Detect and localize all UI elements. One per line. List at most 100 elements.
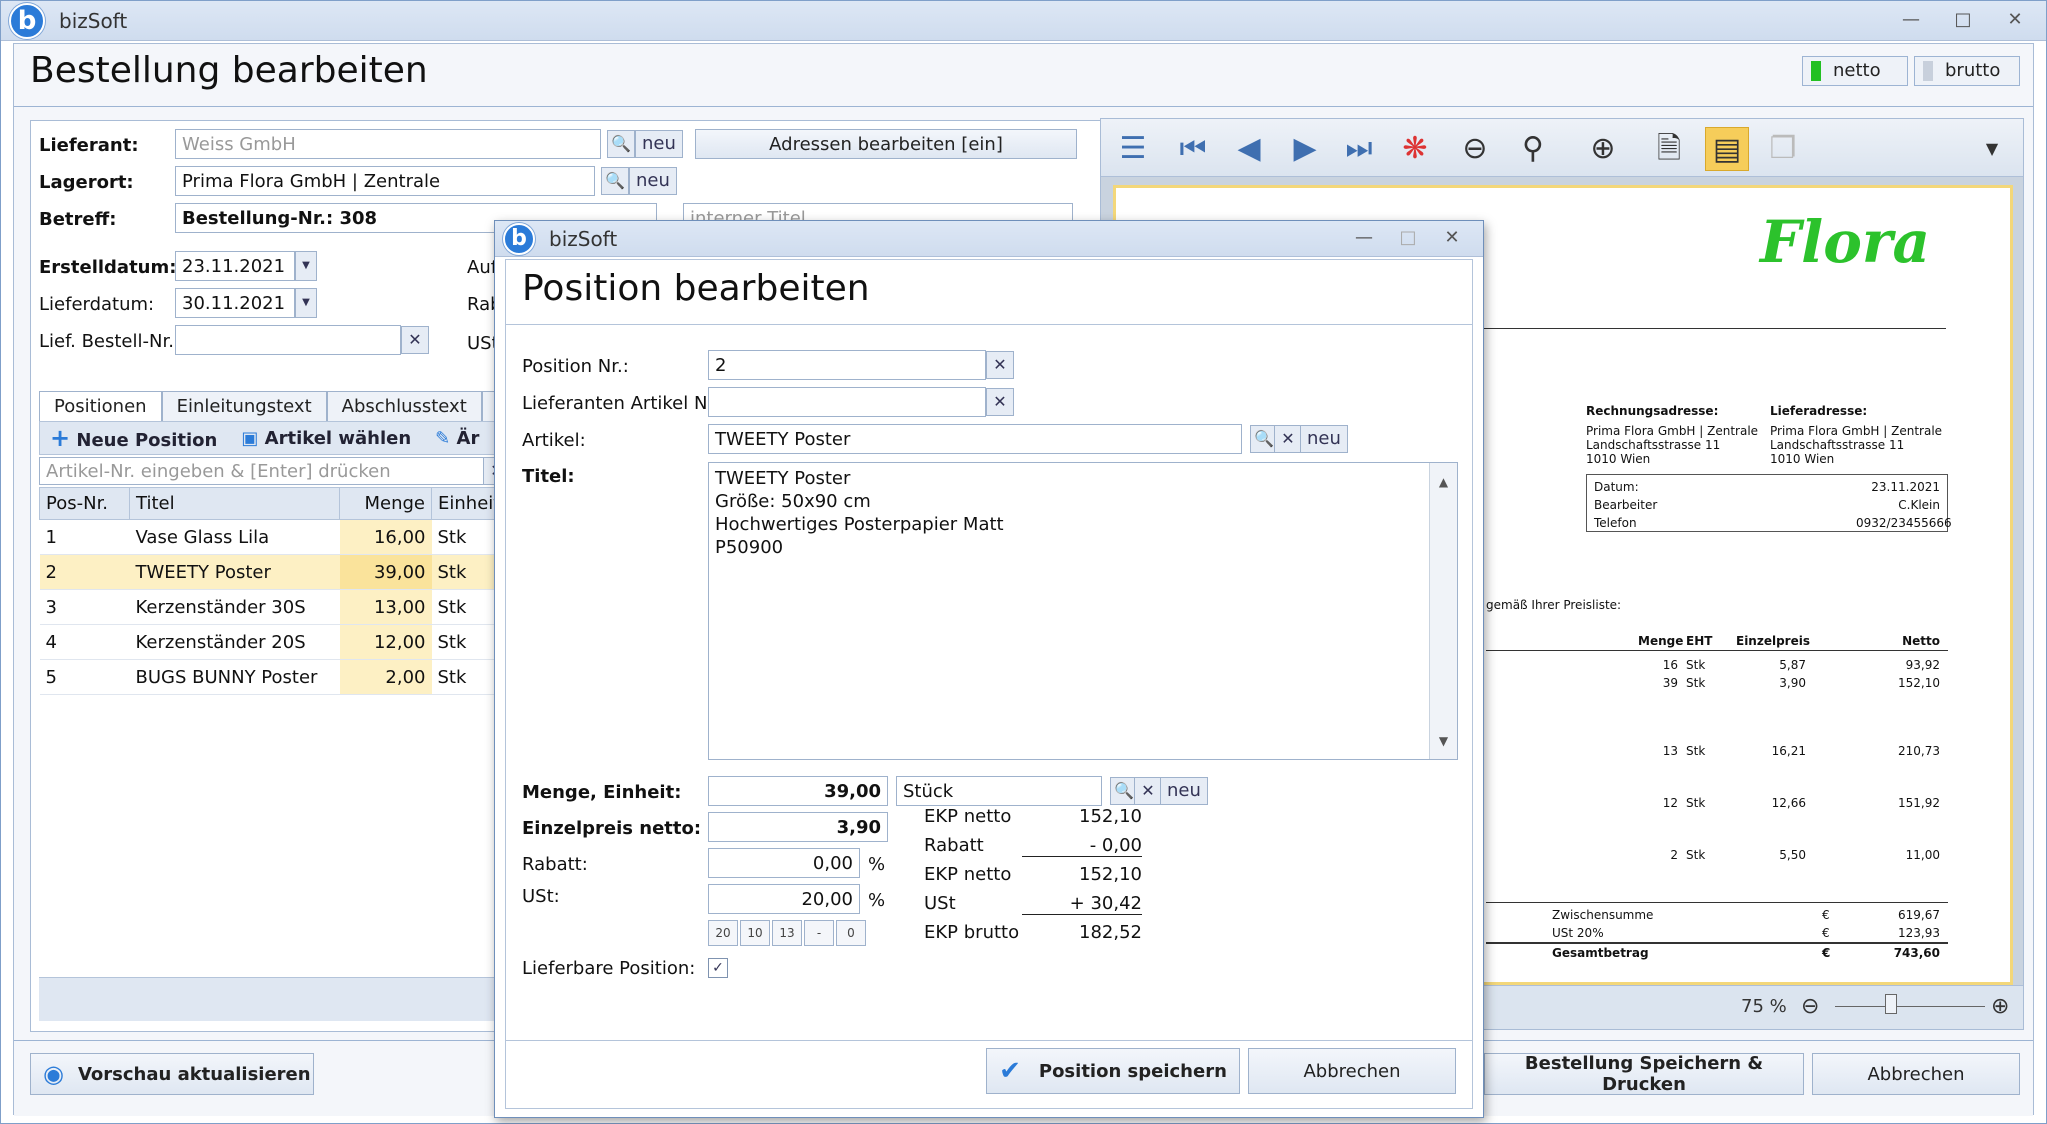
- app-name: bizSoft: [59, 8, 128, 33]
- titel-textarea[interactable]: TWEETY Poster Größe: 50x90 cm Hochwertig…: [708, 462, 1458, 760]
- ust-quick-10[interactable]: 10: [740, 920, 770, 946]
- telefon-value: 0932/23455666: [1856, 516, 1952, 530]
- scroll-down-icon[interactable]: ▼: [1430, 730, 1457, 753]
- lieferbar-label: Lieferbare Position:: [522, 958, 696, 979]
- ust-quick-13[interactable]: 13: [772, 920, 802, 946]
- rabatt-label-dialog: Rabatt:: [522, 854, 588, 875]
- lief-bestell-field[interactable]: [175, 325, 401, 355]
- lief-artikel-clear-icon[interactable]: ✕: [986, 388, 1014, 416]
- ust-field[interactable]: 20,00: [708, 884, 860, 914]
- zoom-in-icon[interactable]: ⊕: [1581, 127, 1625, 171]
- scroll-up-icon[interactable]: ▲: [1430, 471, 1457, 494]
- rabatt-field[interactable]: 0,00: [708, 848, 860, 878]
- bizsoft-logo-icon: b: [9, 2, 45, 39]
- lagerort-neu-button[interactable]: neu: [629, 167, 677, 195]
- first-page-icon[interactable]: ⏮: [1171, 127, 1215, 171]
- zoom-plus-icon[interactable]: ⊕: [1991, 994, 2009, 1019]
- zoom-icon[interactable]: ⚲: [1511, 127, 1555, 171]
- einheit-neu-button[interactable]: neu: [1160, 777, 1208, 805]
- maximize-icon[interactable]: □: [1952, 9, 1974, 30]
- zoom-minus-icon[interactable]: ⊖: [1801, 994, 1819, 1019]
- navigation-compass-icon[interactable]: ❋: [1393, 127, 1437, 171]
- speichern-drucken-button[interactable]: Bestellung Speichern & Drucken: [1484, 1053, 1804, 1095]
- erstelldatum-field[interactable]: 23.11.2021: [175, 251, 295, 281]
- cell-titel: Kerzenständer 20S: [129, 624, 340, 660]
- cell-titel: BUGS BUNNY Poster: [129, 659, 340, 695]
- ust-quick-20[interactable]: 20: [708, 920, 738, 946]
- zoom-slider-thumb[interactable]: [1885, 994, 1897, 1014]
- datum-label: Datum:: [1594, 480, 1639, 494]
- aendern-button[interactable]: ✎ Är: [435, 428, 479, 449]
- tab-positionen[interactable]: Positionen: [39, 391, 162, 421]
- dialog-close-icon[interactable]: ✕: [1441, 227, 1463, 248]
- lief-bestell-clear-icon[interactable]: ✕: [401, 326, 429, 354]
- col-titel[interactable]: Titel: [129, 487, 340, 520]
- zoom-slider-track[interactable]: [1835, 1006, 1985, 1007]
- netto-toggle[interactable]: netto: [1802, 56, 1908, 86]
- lieferant-field[interactable]: Weiss GmbH: [175, 129, 601, 159]
- main-abbrechen-button[interactable]: Abbrechen: [1812, 1053, 2020, 1095]
- cell-pos: 5: [39, 659, 130, 695]
- artikel-waehlen-button[interactable]: ▣ Artikel wählen: [241, 428, 411, 449]
- lieferant-neu-button[interactable]: neu: [635, 130, 683, 158]
- lieferdatum-dropdown-icon[interactable]: ▼: [295, 288, 317, 318]
- table-header-line: [1486, 650, 1948, 651]
- titel-scrollbar[interactable]: ▲ ▼: [1429, 463, 1457, 759]
- einzelpreis-field[interactable]: 3,90: [708, 812, 888, 842]
- col-menge[interactable]: Menge: [339, 487, 432, 520]
- artikel-neu-button[interactable]: neu: [1300, 425, 1348, 453]
- pr-netto: 151,92: [1898, 796, 1940, 810]
- einheit-field[interactable]: Stück: [896, 776, 1102, 806]
- menge-field[interactable]: 39,00: [708, 776, 888, 806]
- erstelldatum-dropdown-icon[interactable]: ▼: [295, 251, 317, 281]
- select-tool-icon[interactable]: ☰: [1111, 127, 1155, 171]
- lieferant-search-icon[interactable]: 🔍: [607, 130, 635, 158]
- col-pos-nr[interactable]: Pos-Nr.: [39, 487, 130, 520]
- artikel-search-input[interactable]: Artikel-Nr. eingeben & [Enter] drücken: [39, 457, 487, 485]
- multi-page-icon[interactable]: ❐: [1761, 127, 1805, 171]
- table-row[interactable]: 3 Kerzenständer 30S 13,00 Stk: [39, 589, 509, 625]
- gesamt-line: [1486, 942, 1948, 944]
- lieferbar-checkbox[interactable]: ✓: [708, 958, 728, 978]
- artikel-field[interactable]: TWEETY Poster: [708, 424, 1242, 454]
- zoom-out-icon[interactable]: ⊖: [1453, 127, 1497, 171]
- lagerort-field[interactable]: Prima Flora GmbH | Zentrale: [175, 166, 595, 196]
- next-page-icon[interactable]: ▶: [1283, 127, 1327, 171]
- position-nr-field[interactable]: 2: [708, 350, 986, 380]
- close-icon[interactable]: ✕: [2004, 9, 2026, 30]
- vorschau-aktualisieren-button[interactable]: ◉ Vorschau aktualisieren: [30, 1053, 314, 1095]
- prev-page-icon[interactable]: ◀: [1227, 127, 1271, 171]
- ust-quick-dash[interactable]: -: [804, 920, 834, 946]
- artikel-clear-icon[interactable]: ✕: [1274, 425, 1302, 453]
- titel-line: TWEETY Poster: [715, 468, 851, 489]
- toolbar-overflow-icon[interactable]: ▼: [1977, 127, 2007, 171]
- position-speichern-button[interactable]: ✔ Position speichern: [986, 1048, 1240, 1094]
- calc-ekp-netto-value: 152,10: [1079, 806, 1142, 827]
- zwischensumme-value: 619,67: [1898, 908, 1940, 922]
- adressen-bearbeiten-button[interactable]: Adressen bearbeiten [ein]: [695, 129, 1077, 159]
- table-row[interactable]: 4 Kerzenständer 20S 12,00 Stk: [39, 624, 509, 660]
- table-row[interactable]: 5 BUGS BUNNY Poster 2,00 Stk: [39, 659, 509, 695]
- last-page-icon[interactable]: ⏭: [1337, 127, 1381, 171]
- page-setup-icon[interactable]: 🗎: [1647, 127, 1691, 171]
- lief-artikel-field[interactable]: [708, 387, 986, 417]
- table-row[interactable]: 1 Vase Glass Lila 16,00 Stk: [39, 519, 509, 555]
- lieferdatum-field[interactable]: 30.11.2021: [175, 288, 295, 318]
- tab-einleitungstext[interactable]: Einleitungstext: [161, 391, 327, 421]
- dialog-maximize-icon[interactable]: □: [1397, 227, 1419, 248]
- pr-netto: 210,73: [1898, 744, 1940, 758]
- ust-label-preview: USt 20%: [1552, 926, 1604, 940]
- dialog-abbrechen-button[interactable]: Abbrechen: [1248, 1048, 1456, 1094]
- ust-quick-0[interactable]: 0: [836, 920, 866, 946]
- position-nr-clear-icon[interactable]: ✕: [986, 351, 1014, 379]
- tab-abschlusstext[interactable]: Abschlusstext: [326, 391, 482, 421]
- neue-position-button[interactable]: + Neue Position: [50, 424, 217, 452]
- table-row[interactable]: 2 TWEETY Poster 39,00 Stk: [39, 554, 509, 590]
- lagerort-search-icon[interactable]: 🔍: [601, 167, 629, 195]
- pr-menge: 16: [1662, 658, 1678, 672]
- minimize-icon[interactable]: —: [1900, 9, 1922, 30]
- einheit-clear-icon[interactable]: ✕: [1134, 777, 1162, 805]
- dialog-minimize-icon[interactable]: —: [1353, 227, 1375, 248]
- brutto-toggle[interactable]: brutto: [1914, 56, 2020, 86]
- single-page-icon[interactable]: ▤: [1705, 127, 1749, 171]
